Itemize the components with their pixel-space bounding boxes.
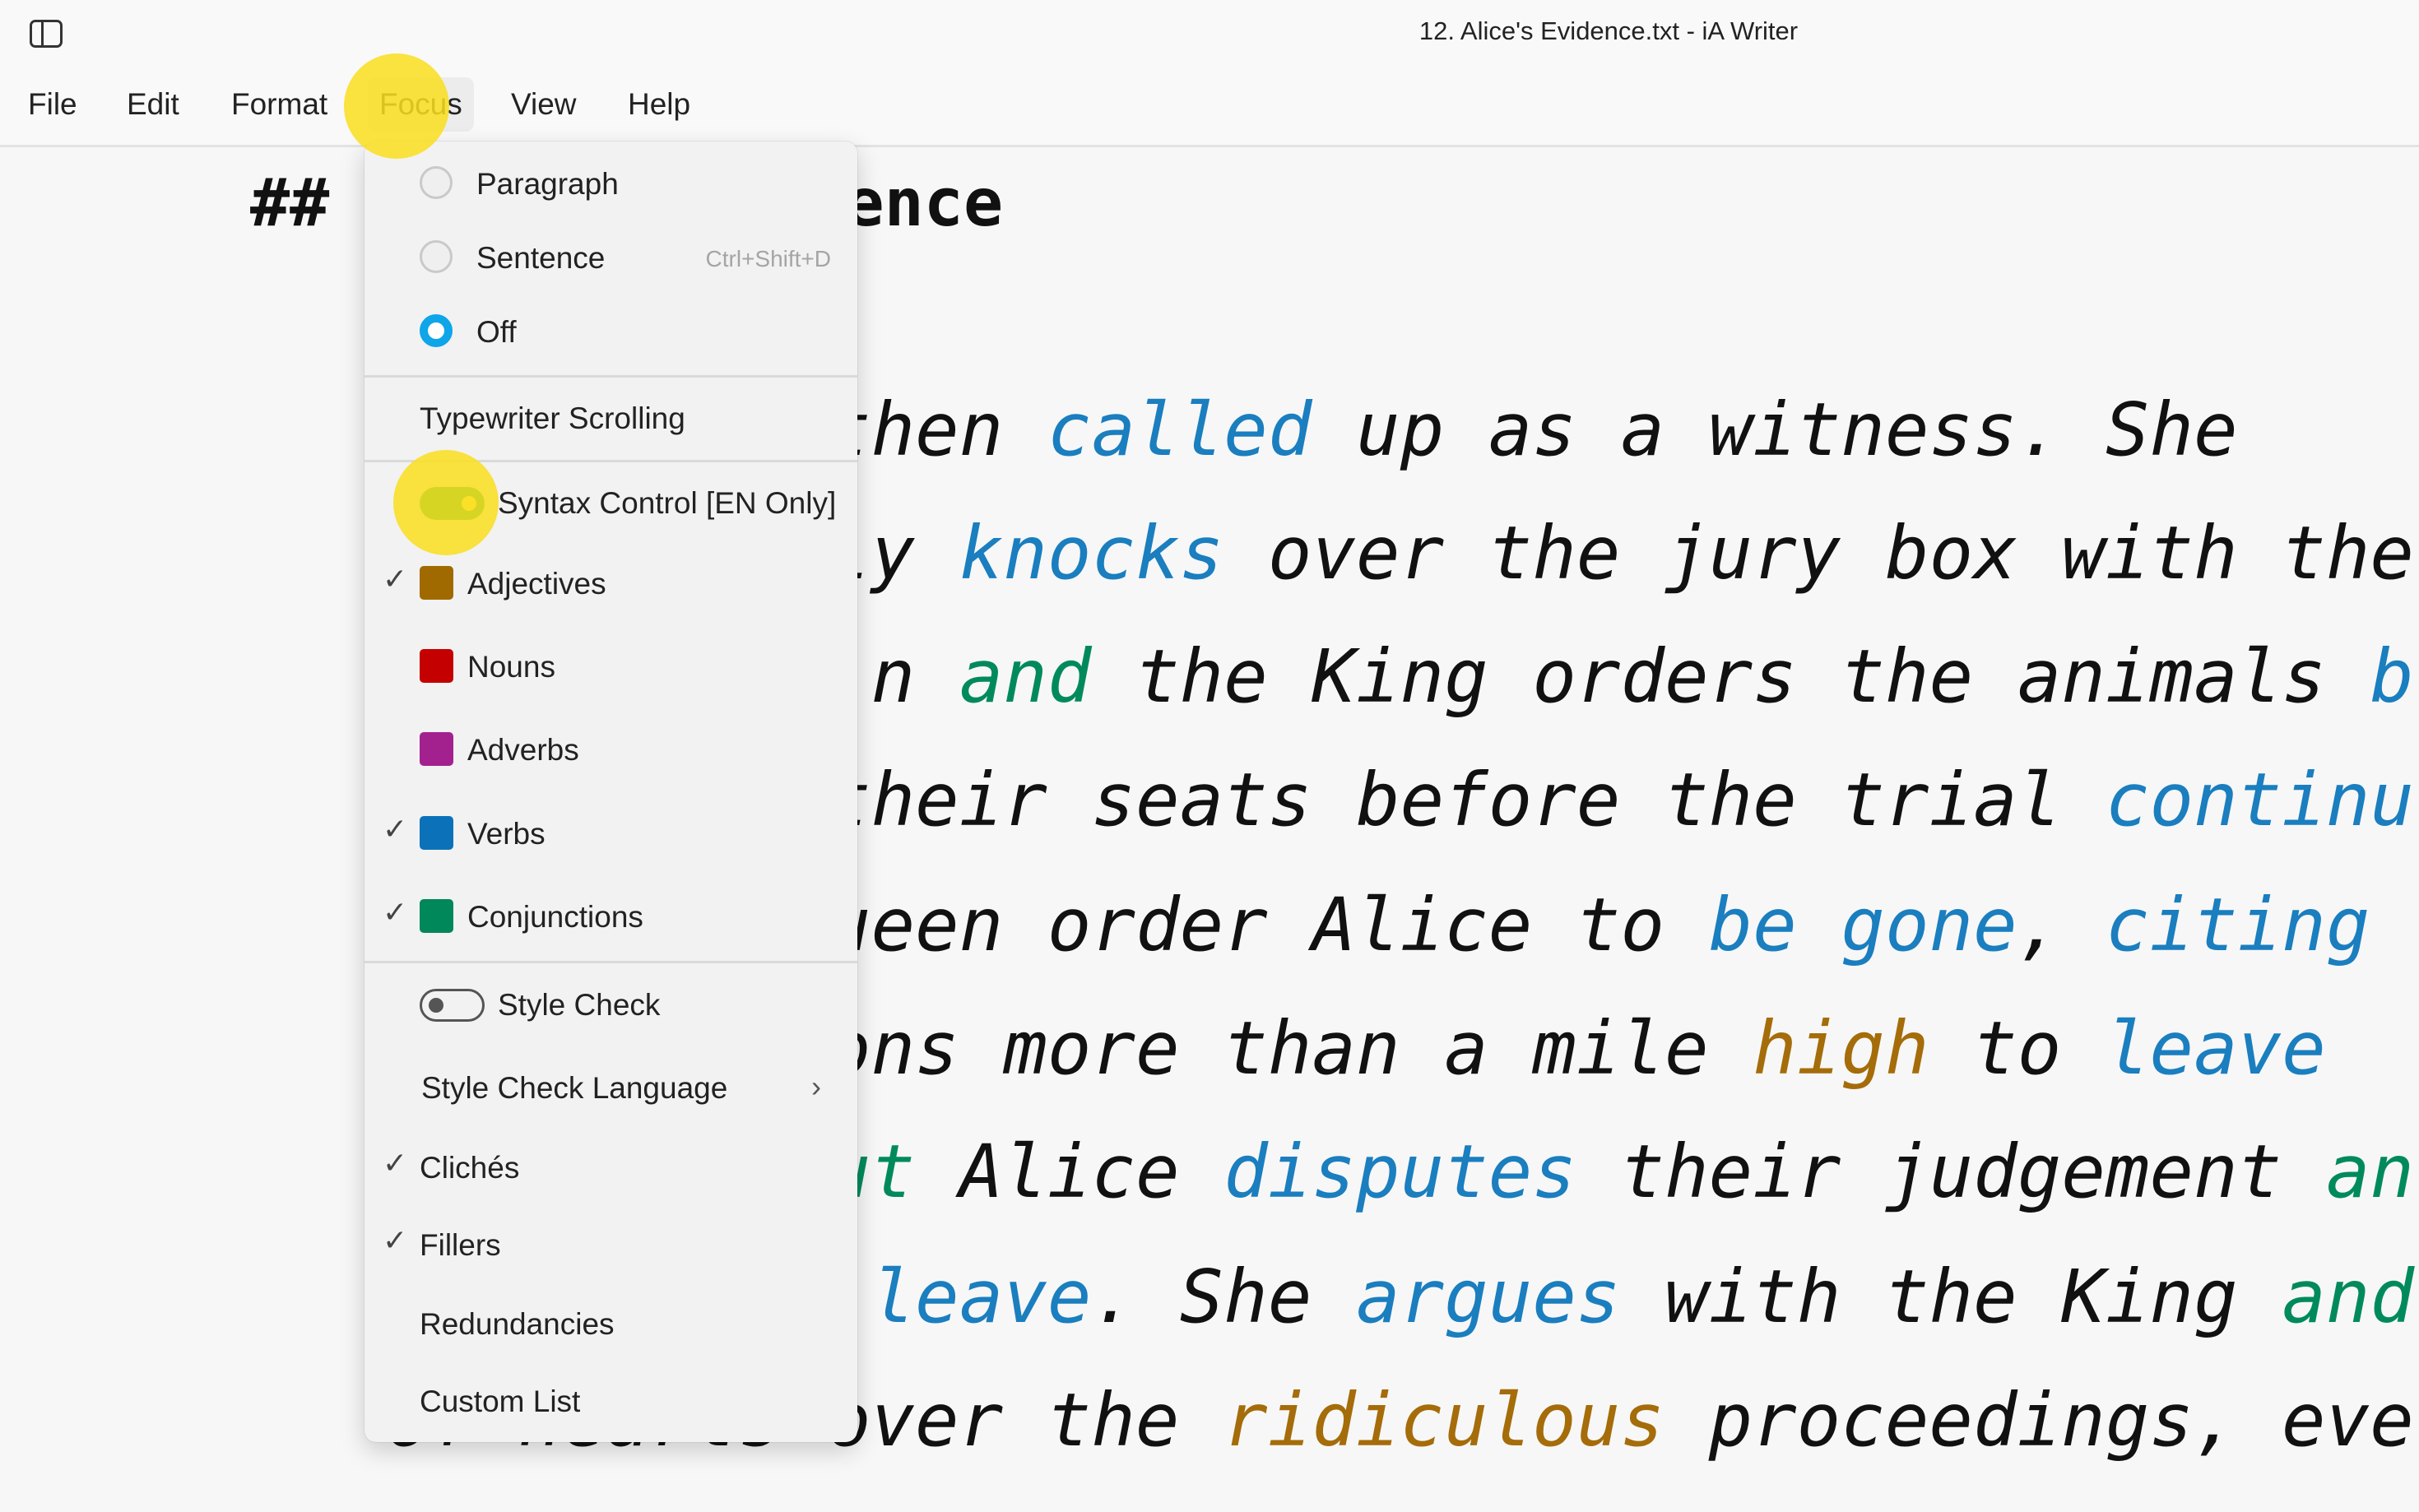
item-label: Style Check Language bbox=[421, 1071, 728, 1105]
word-conj: an bbox=[2325, 1129, 2414, 1214]
text-line[interactable]: their seats before the trial continu bbox=[827, 763, 2414, 837]
title-bar: 12. Alice's Evidence.txt - iA Writer Fil… bbox=[0, 0, 2419, 147]
item-label: Off bbox=[476, 315, 517, 349]
menu-help[interactable]: Help bbox=[628, 87, 690, 122]
syntax-control-item[interactable]: Syntax Control [EN Only] bbox=[364, 470, 857, 536]
syntax-item-nouns[interactable]: Nouns bbox=[364, 633, 857, 699]
syntax-item-adjectives[interactable]: ✓ Adjectives bbox=[364, 550, 857, 616]
color-swatch bbox=[420, 649, 453, 683]
word-verb: citing bbox=[2105, 882, 2370, 967]
item-label: Typewriter Scrolling bbox=[420, 401, 685, 435]
item-label: Adverbs bbox=[467, 733, 579, 767]
item-label: Fillers bbox=[420, 1228, 501, 1262]
focus-dropdown-menu: Paragraph Sentence Ctrl+Shift+D Off Type… bbox=[364, 141, 857, 1442]
focus-off-item[interactable]: Off bbox=[364, 299, 857, 364]
style-check-item[interactable]: Style Check bbox=[364, 972, 857, 1037]
style-item-3[interactable]: Custom List bbox=[364, 1368, 857, 1434]
radio-icon[interactable] bbox=[420, 166, 453, 199]
color-swatch bbox=[420, 816, 453, 850]
word-verb: called bbox=[1047, 387, 1312, 472]
item-label: Paragraph bbox=[476, 167, 619, 201]
focus-paragraph-item[interactable]: Paragraph bbox=[364, 151, 857, 216]
item-label: Adjectives bbox=[467, 567, 606, 601]
word-verb: disputes bbox=[1223, 1129, 1576, 1214]
radio-selected-icon[interactable] bbox=[420, 314, 453, 347]
item-label: Redundancies bbox=[420, 1307, 615, 1341]
text-line[interactable]: ons more than a mile high to leave bbox=[827, 1012, 2326, 1085]
syntax-item-conjunctions[interactable]: ✓ Conjunctions bbox=[364, 884, 857, 949]
word-verb: be gone bbox=[1708, 882, 2017, 967]
word-verb: knocks bbox=[959, 510, 1224, 596]
word-verb: leave bbox=[2105, 1005, 2326, 1091]
text-segment: to bbox=[1929, 1005, 2106, 1091]
text-segment: the King orders the animals bbox=[1091, 633, 2370, 719]
word-conj: and bbox=[959, 633, 1092, 719]
text-line[interactable]: then called up as a witness. She bbox=[827, 393, 2238, 466]
color-swatch bbox=[420, 899, 453, 933]
item-label: Style Check bbox=[498, 988, 661, 1022]
item-label: Clichés bbox=[420, 1151, 520, 1185]
syntax-item-verbs[interactable]: ✓ Verbs bbox=[364, 800, 857, 866]
text-segment: with the King bbox=[1620, 1254, 2282, 1339]
word-verb: b bbox=[2370, 633, 2415, 719]
separator bbox=[364, 375, 857, 378]
text-segment: their seats before the trial bbox=[827, 757, 2106, 842]
text-segment: up as a witness. She bbox=[1312, 387, 2238, 472]
style-check-toggle[interactable] bbox=[420, 989, 485, 1022]
text-line[interactable]: ut Alice disputes their judgement an bbox=[827, 1135, 2414, 1208]
radio-icon[interactable] bbox=[420, 240, 453, 273]
word-adj: high bbox=[1753, 1005, 1929, 1091]
style-check-language-item[interactable]: Style Check Language › bbox=[364, 1055, 857, 1120]
window-title: 12. Alice's Evidence.txt - iA Writer bbox=[1418, 16, 1799, 45]
checkmark-icon: ✓ bbox=[383, 562, 408, 596]
text-segment: ueen order Alice to bbox=[827, 882, 1709, 967]
syntax-control-toggle[interactable] bbox=[420, 487, 485, 520]
item-label: Custom List bbox=[420, 1384, 581, 1418]
menu-edit[interactable]: Edit bbox=[127, 87, 179, 122]
item-label: Syntax Control [EN Only] bbox=[498, 486, 837, 520]
text-line[interactable]: leave. She argues with the King and bbox=[871, 1260, 2414, 1333]
shortcut-label: Ctrl+Shift+D bbox=[705, 246, 832, 271]
menu-format[interactable]: Format bbox=[231, 87, 327, 122]
text-segment: Alice bbox=[915, 1129, 1224, 1214]
word-verb: leave bbox=[871, 1254, 1092, 1339]
color-swatch bbox=[420, 566, 453, 600]
checkmark-icon: ✓ bbox=[383, 1223, 408, 1257]
text-segment: then bbox=[827, 387, 1047, 472]
text-segment: over the jury box with the bbox=[1223, 510, 2414, 596]
syntax-item-adverbs[interactable]: Adverbs bbox=[364, 717, 857, 782]
typewriter-scrolling-item[interactable]: Typewriter Scrolling bbox=[364, 385, 857, 451]
text-segment: their judgement bbox=[1576, 1129, 2326, 1214]
checkmark-icon: ✓ bbox=[383, 812, 408, 846]
text-segment: ons more than a mile bbox=[827, 1005, 1753, 1091]
text-segment: n bbox=[871, 633, 959, 719]
checkmark-icon: ✓ bbox=[383, 1146, 408, 1180]
item-label: Verbs bbox=[467, 817, 546, 851]
text-line[interactable]: n and the King orders the animals b bbox=[871, 640, 2414, 713]
text-segment: proceedings, eve bbox=[1664, 1377, 2414, 1463]
item-label: Conjunctions bbox=[467, 900, 643, 934]
item-label: Nouns bbox=[467, 650, 555, 684]
word-verb: continu bbox=[2105, 757, 2414, 842]
checkmark-icon: ✓ bbox=[383, 895, 408, 929]
text-segment: . She bbox=[1091, 1254, 1357, 1339]
separator bbox=[364, 961, 857, 963]
menu-file[interactable]: File bbox=[28, 87, 77, 122]
color-swatch bbox=[420, 732, 453, 766]
style-item-0[interactable]: ✓ Clichés bbox=[364, 1134, 857, 1200]
chevron-right-icon: › bbox=[811, 1069, 821, 1103]
style-item-2[interactable]: Redundancies bbox=[364, 1291, 857, 1357]
word-conj: and bbox=[2282, 1254, 2415, 1339]
word-adj: ridiculous bbox=[1223, 1377, 1665, 1463]
style-item-1[interactable]: ✓ Fillers bbox=[364, 1212, 857, 1278]
menu-view[interactable]: View bbox=[511, 87, 577, 122]
menu-focus[interactable]: Focus bbox=[368, 77, 474, 132]
text-line[interactable]: ueen order Alice to be gone, citing bbox=[827, 888, 2370, 962]
focus-sentence-item[interactable]: Sentence Ctrl+Shift+D bbox=[364, 225, 857, 290]
text-line[interactable]: ly knocks over the jury box with the bbox=[827, 517, 2414, 590]
word-verb: argues bbox=[1356, 1254, 1621, 1339]
separator bbox=[364, 460, 857, 462]
text-segment: , bbox=[2017, 882, 2106, 967]
item-label: Sentence bbox=[476, 241, 606, 275]
